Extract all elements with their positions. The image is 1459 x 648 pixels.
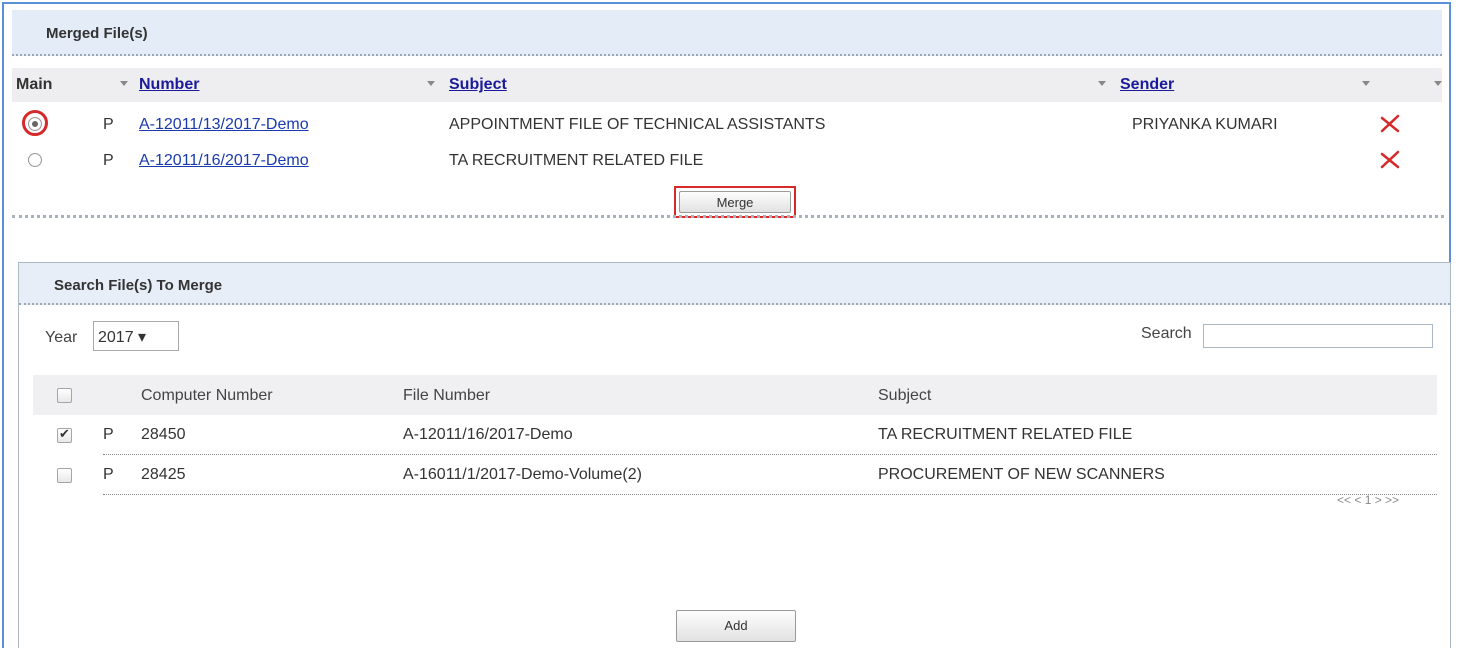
row-type: P	[103, 116, 114, 133]
column-number-link[interactable]: Number	[139, 76, 199, 93]
select-all-checkbox[interactable]	[57, 388, 72, 403]
merged-grid-header: Main Number Subject Sender	[12, 68, 1442, 102]
add-button[interactable]: Add	[676, 610, 796, 642]
sort-arrow-icon[interactable]	[1362, 81, 1370, 86]
sort-arrow-icon[interactable]	[427, 81, 435, 86]
main-radio[interactable]	[28, 117, 42, 131]
sort-arrow-icon[interactable]	[1098, 81, 1106, 86]
column-computer-number: Computer Number	[141, 387, 273, 404]
search-files-header: Search File(s) To Merge	[19, 263, 1450, 305]
section-divider	[12, 215, 1444, 218]
merged-row: P A-12011/13/2017-Demo APPOINTMENT FILE …	[12, 106, 1442, 142]
row-file-number: A-16011/1/2017-Demo-Volume(2)	[403, 466, 642, 483]
row-type: P	[103, 152, 114, 169]
pagination[interactable]: << < 1 > >>	[1337, 493, 1399, 507]
row-type: P	[103, 466, 114, 483]
row-computer-number: 28425	[141, 466, 186, 483]
column-subject[interactable]: Subject	[449, 76, 507, 94]
file-number-link[interactable]: A-12011/13/2017-Demo	[139, 116, 309, 133]
table-row: P 28425 A-16011/1/2017-Demo-Volume(2) PR…	[33, 456, 1437, 496]
delete-icon[interactable]	[1377, 146, 1403, 172]
row-checkbox[interactable]	[57, 426, 72, 443]
row-number[interactable]: A-12011/16/2017-Demo	[139, 152, 309, 170]
column-subject: Subject	[878, 387, 932, 404]
add-button-wrap: Add	[676, 610, 796, 642]
sort-arrow-icon[interactable]	[120, 81, 128, 86]
table-row: P 28450 A-12011/16/2017-Demo TA RECRUITM…	[33, 416, 1437, 456]
search-label: Search	[1141, 325, 1192, 342]
column-main: Main	[16, 76, 53, 93]
merge-button-highlight: Merge	[674, 186, 796, 218]
merge-button[interactable]: Merge	[679, 191, 791, 213]
column-subject-link[interactable]: Subject	[449, 76, 507, 93]
column-sender-link[interactable]: Sender	[1120, 76, 1174, 93]
delete-icon[interactable]	[1377, 110, 1403, 136]
search-table-header: Computer Number File Number Subject	[33, 375, 1437, 415]
row-subject: TA RECRUITMENT RELATED FILE	[449, 152, 704, 169]
row-subject: PROCUREMENT OF NEW SCANNERS	[878, 466, 1165, 483]
row-separator	[103, 494, 1437, 495]
row-separator	[103, 454, 1437, 455]
year-select[interactable]: 2017 ▾	[93, 321, 179, 351]
row-type: P	[103, 426, 114, 443]
merged-files-header: Merged File(s)	[12, 10, 1442, 56]
row-file-number: A-12011/16/2017-Demo	[403, 426, 573, 443]
row-subject: APPOINTMENT FILE OF TECHNICAL ASSISTANTS	[449, 116, 826, 133]
row-checkbox[interactable]	[57, 468, 72, 483]
row-sender: PRIYANKA KUMARI	[1132, 116, 1278, 133]
merge-window: Merged File(s) Main Number Subject Sende…	[2, 2, 1451, 648]
row-number[interactable]: A-12011/13/2017-Demo	[139, 116, 309, 134]
year-label: Year	[45, 329, 78, 346]
column-sender[interactable]: Sender	[1120, 76, 1174, 94]
search-files-panel: Search File(s) To Merge Year 2017 ▾ Sear…	[18, 262, 1451, 648]
file-number-link[interactable]: A-12011/16/2017-Demo	[139, 152, 309, 169]
row-computer-number: 28450	[141, 426, 186, 443]
merged-files-title: Merged File(s)	[46, 25, 148, 42]
column-file-number: File Number	[403, 387, 491, 404]
search-input[interactable]	[1203, 324, 1433, 348]
merged-row: P A-12011/16/2017-Demo TA RECRUITMENT RE…	[12, 142, 1442, 178]
search-files-title: Search File(s) To Merge	[54, 277, 223, 294]
column-number[interactable]: Number	[139, 76, 199, 94]
main-radio[interactable]	[28, 153, 42, 167]
sort-arrow-icon[interactable]	[1434, 81, 1442, 86]
row-subject: TA RECRUITMENT RELATED FILE	[878, 426, 1133, 443]
